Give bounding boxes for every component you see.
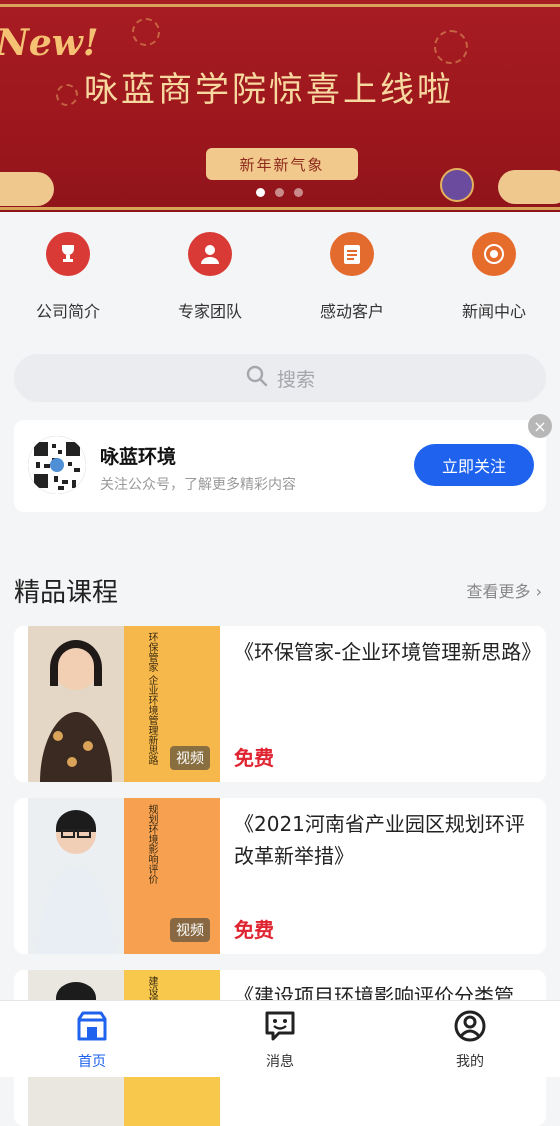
quick-link-news[interactable]: 新闻中心 — [434, 222, 554, 322]
video-badge: 视频 — [170, 746, 210, 770]
follow-account-card: 咏蓝环境 关注公众号，了解更多精彩内容 立即关注 — [14, 420, 546, 512]
message-icon — [263, 1011, 297, 1047]
course-thumbnail: 环保管家 企业环境管理新思路 视频 — [14, 626, 220, 782]
chevron-right-icon: › — [535, 582, 542, 601]
tab-profile[interactable]: 我的 — [420, 1009, 520, 1071]
banner-new-label: New! — [0, 22, 99, 64]
banner-bottom-stripe — [0, 207, 560, 210]
section-title: 精品课程 — [14, 578, 119, 608]
search-placeholder: 搜索 — [276, 368, 315, 391]
ornament-decoration — [440, 168, 474, 202]
pagination-dot[interactable] — [294, 188, 303, 197]
tab-label: 我的 — [456, 1054, 484, 1070]
thumbnail-text: 规划环境影响评价 — [146, 804, 157, 884]
account-description: 关注公众号，了解更多精彩内容 — [100, 477, 296, 493]
home-icon — [75, 1011, 109, 1047]
pagination-dot-active[interactable] — [256, 188, 265, 197]
banner-top-stripe — [0, 4, 560, 7]
cloud-decoration — [498, 170, 560, 204]
expert-icon — [188, 232, 232, 276]
close-icon[interactable]: × — [528, 414, 552, 438]
clipboard-icon — [330, 232, 374, 276]
quick-link-label: 新闻中心 — [461, 302, 526, 321]
instructor-photo — [28, 798, 124, 954]
thumbnail-text: 环保管家 企业环境管理新思路 — [146, 632, 157, 766]
quick-link-label: 感动客户 — [319, 302, 384, 321]
view-more-link[interactable]: 查看更多 › — [466, 578, 542, 602]
course-card[interactable]: 规划环境影响评价 视频 《2021河南省产业园区规划环评改革新举措》 免费 — [14, 798, 546, 954]
account-name: 咏蓝环境 — [100, 446, 177, 468]
bottom-tab-bar: 首页 消息 我的 — [0, 1000, 560, 1077]
follow-button[interactable]: 立即关注 — [414, 444, 534, 486]
tab-home[interactable]: 首页 — [42, 1009, 142, 1071]
pagination-dot[interactable] — [275, 188, 284, 197]
video-badge: 视频 — [170, 918, 210, 942]
sparkle-decoration — [434, 30, 468, 64]
banner-tag: 新年新气象 — [206, 148, 358, 180]
quick-link-label: 公司简介 — [35, 302, 100, 321]
trophy-icon — [46, 232, 90, 276]
quick-link-label: 专家团队 — [177, 302, 242, 321]
instructor-photo — [28, 626, 124, 782]
search-icon — [245, 364, 269, 393]
tab-label: 消息 — [266, 1054, 294, 1070]
banner-pagination — [256, 188, 303, 197]
course-title: 《2021河南省产业园区规划环评改革新举措》 — [234, 812, 525, 868]
sparkle-decoration — [56, 84, 78, 106]
course-title: 《环保管家-企业环境管理新思路》 — [234, 640, 542, 664]
quick-link-experts[interactable]: 专家团队 — [150, 222, 270, 322]
course-thumbnail: 规划环境影响评价 视频 — [14, 798, 220, 954]
banner-headline: 咏蓝商学院惊喜上线啦 — [84, 70, 454, 110]
tab-messages[interactable]: 消息 — [230, 1009, 330, 1071]
course-price: 免费 — [234, 918, 274, 942]
quick-link-company[interactable]: 公司简介 — [8, 222, 128, 322]
news-icon — [472, 232, 516, 276]
view-more-label: 查看更多 — [466, 582, 531, 601]
sparkle-decoration — [132, 18, 160, 46]
quick-links: 公司简介 专家团队 感动客户 新闻中心 — [0, 222, 560, 322]
promo-banner[interactable]: New! 咏蓝商学院惊喜上线啦 新年新气象 — [0, 0, 560, 212]
tab-label: 首页 — [78, 1054, 106, 1070]
cloud-decoration — [0, 172, 54, 206]
qr-code-avatar — [28, 436, 86, 494]
course-card[interactable]: 环保管家 企业环境管理新思路 视频 《环保管家-企业环境管理新思路》 免费 — [14, 626, 546, 782]
quick-link-clients[interactable]: 感动客户 — [292, 222, 412, 322]
user-icon — [453, 1010, 487, 1047]
course-price: 免费 — [234, 746, 274, 770]
search-bar[interactable]: 搜索 — [14, 354, 546, 402]
